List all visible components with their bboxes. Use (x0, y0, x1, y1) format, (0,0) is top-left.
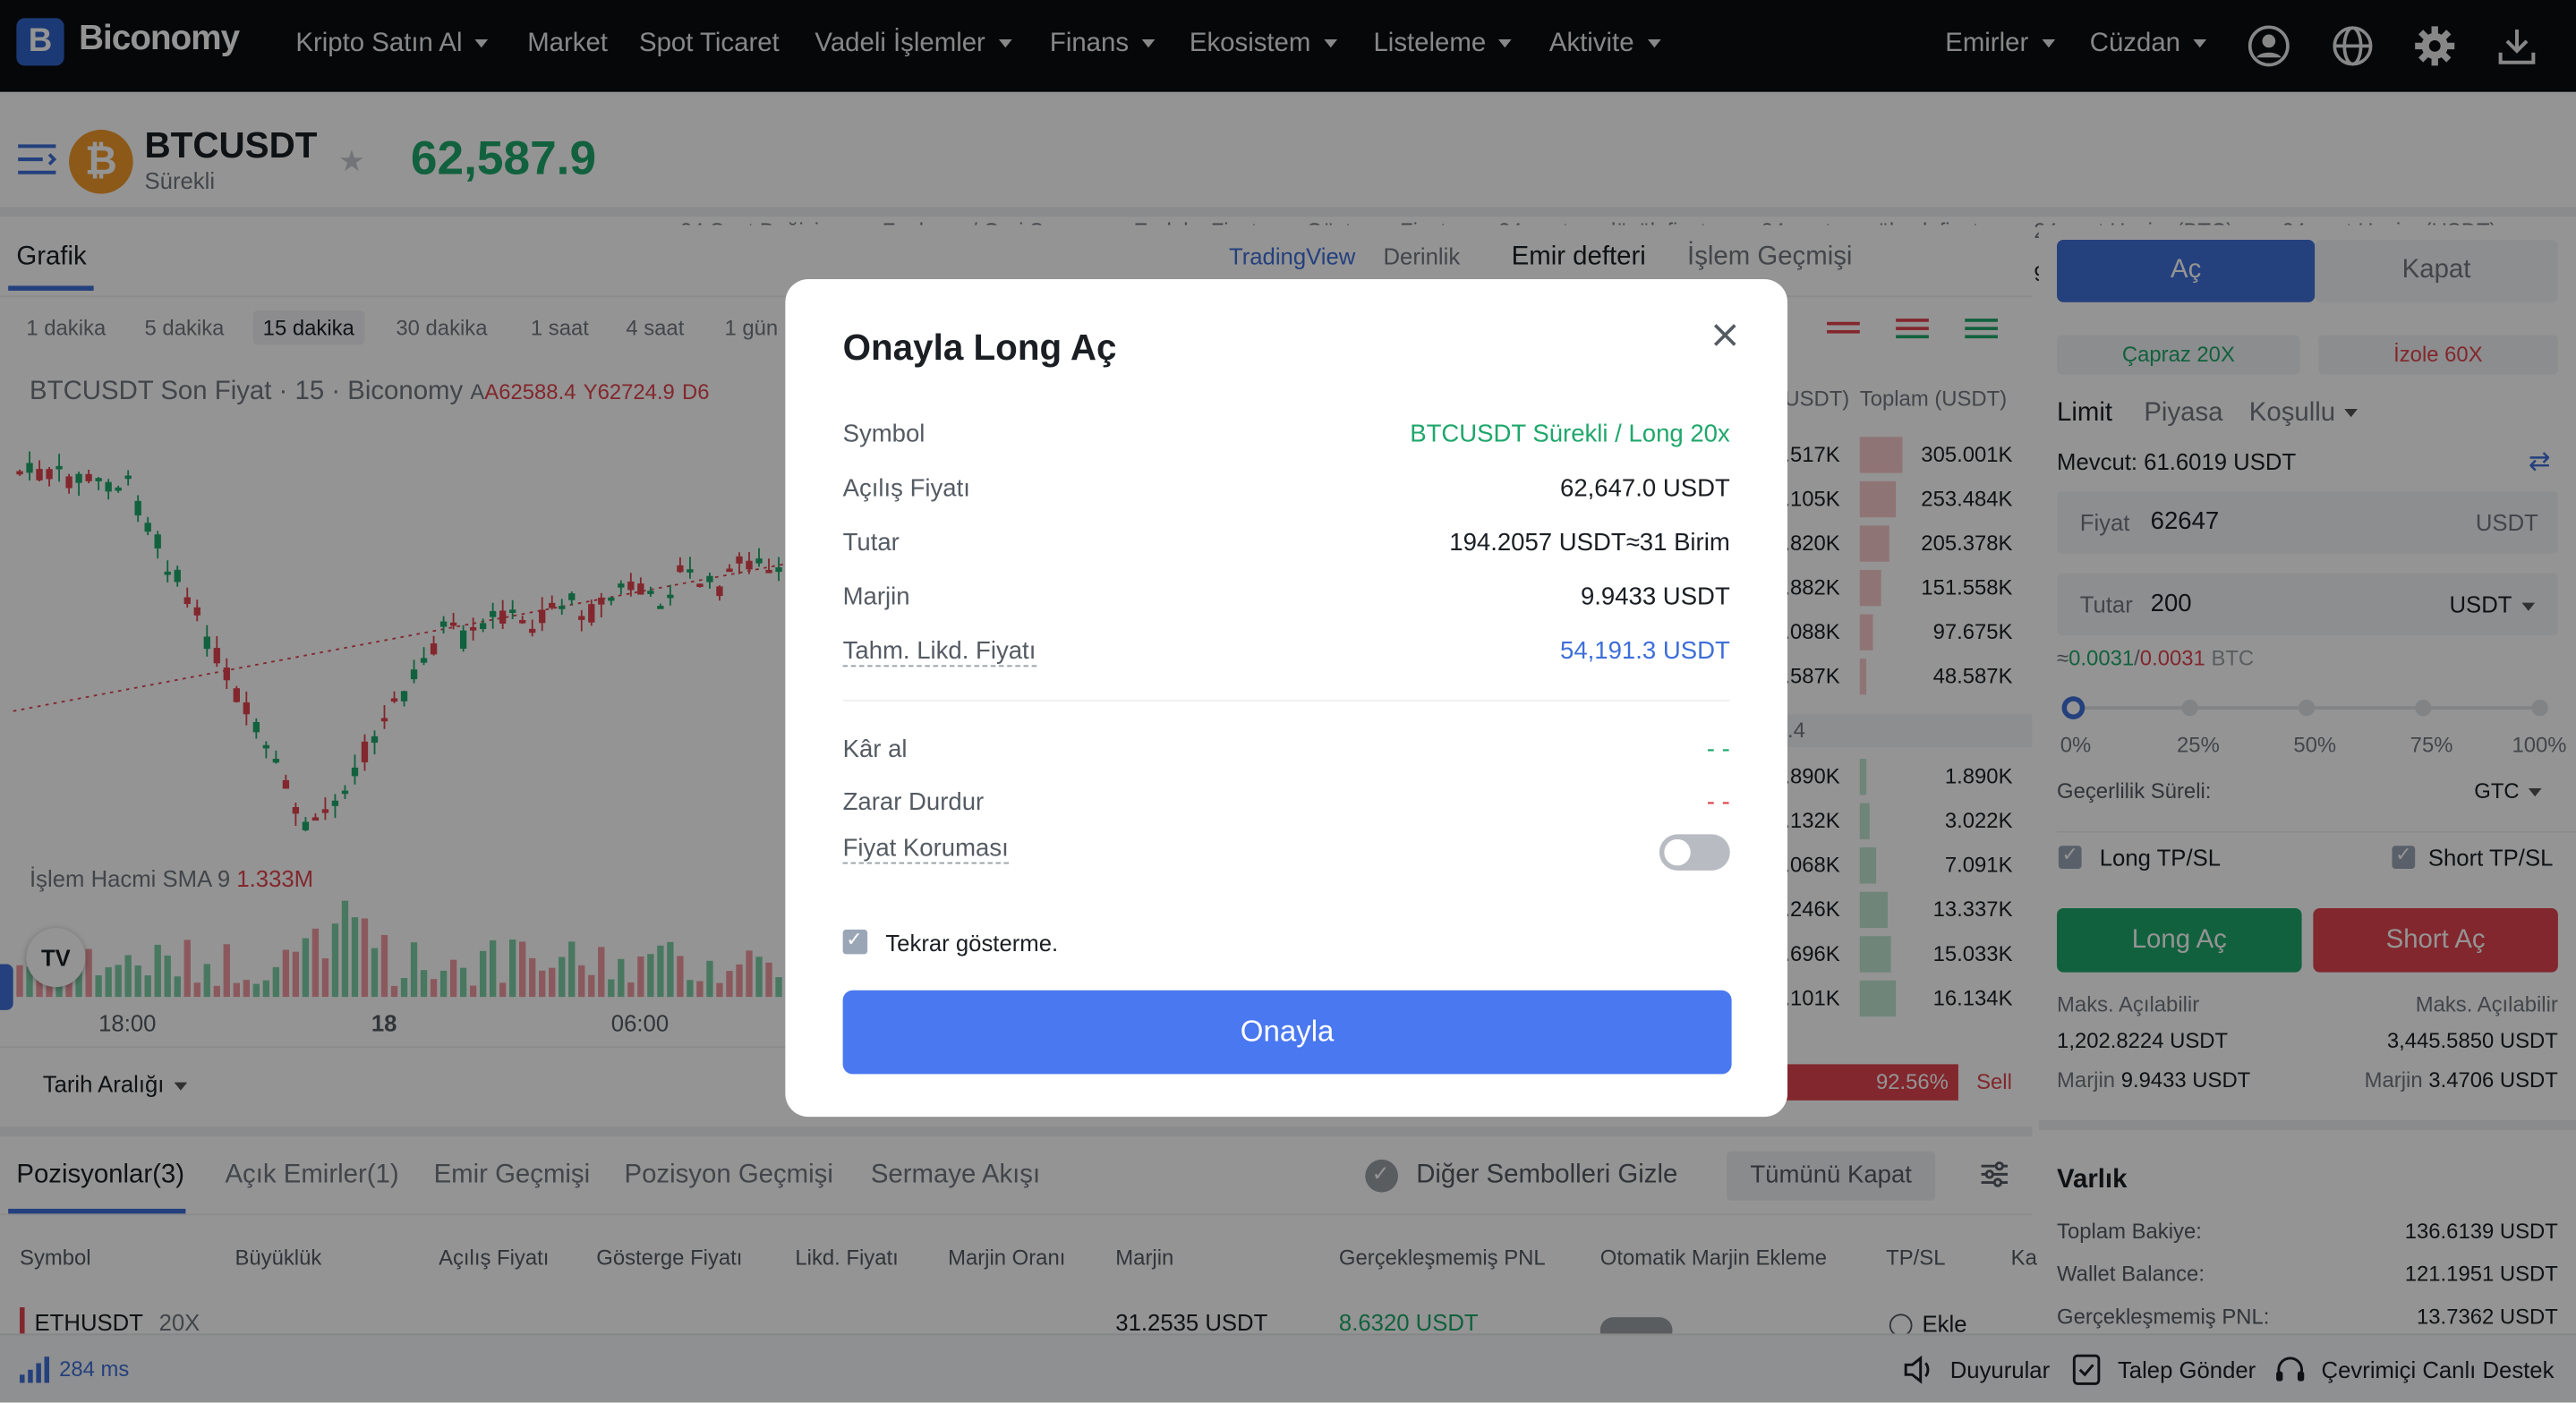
modal-row-label: Symbol (842, 420, 925, 449)
modal-row-label: Açılış Fiyatı (842, 474, 970, 503)
confirm-button[interactable]: Onayla (842, 990, 1732, 1075)
close-icon[interactable] (1712, 322, 1738, 348)
modal-row-label: Marjin (842, 582, 910, 611)
modal-row-value: 9.9433 USDT (1580, 582, 1730, 611)
dont-show-label: Tekrar gösterme. (885, 929, 1059, 957)
modal-row-4: Tahm. Likd. Fiyatı 54,191.3 USDT (842, 637, 1730, 670)
price-protection-row: Fiyat Koruması (842, 834, 1730, 873)
price-protection-label: Fiyat Koruması (842, 834, 1009, 864)
modal-title: Onayla Long Aç (842, 327, 1117, 369)
stop-loss-row: Zarar Durdur - - (843, 788, 1730, 821)
stop-loss-value: - - (1706, 788, 1730, 817)
take-profit-label: Kâr al (842, 736, 908, 764)
modal-row-value: 62,647.0 USDT (1560, 474, 1730, 503)
modal-row-label: Tutar (842, 529, 900, 557)
stop-loss-label: Zarar Durdur (842, 788, 985, 817)
price-protection-toggle[interactable] (1659, 834, 1730, 871)
modal-row-value: 194.2057 USDT≈31 Birim (1449, 529, 1730, 557)
modal-row-value: 54,191.3 USDT (1560, 637, 1730, 666)
confirm-long-modal: Onayla Long Aç Symbol BTCUSDT Sürekli / L… (785, 279, 1788, 1118)
take-profit-value: - - (1706, 736, 1730, 764)
modal-row-2: Tutar 194.2057 USDT≈31 Birim (843, 529, 1730, 562)
modal-row-1: Açılış Fiyatı 62,647.0 USDT (843, 474, 1730, 507)
dont-show-checkbox[interactable]: ✓ (842, 928, 868, 955)
modal-row-0: Symbol BTCUSDT Sürekli / Long 20x (843, 421, 1730, 454)
modal-row-3: Marjin 9.9433 USDT (843, 583, 1730, 616)
modal-divider (842, 699, 1730, 702)
modal-row-label[interactable]: Tahm. Likd. Fiyatı (842, 637, 1036, 667)
take-profit-row: Kâr al - - (843, 736, 1730, 769)
modal-row-value: BTCUSDT Sürekli / Long 20x (1410, 420, 1730, 449)
